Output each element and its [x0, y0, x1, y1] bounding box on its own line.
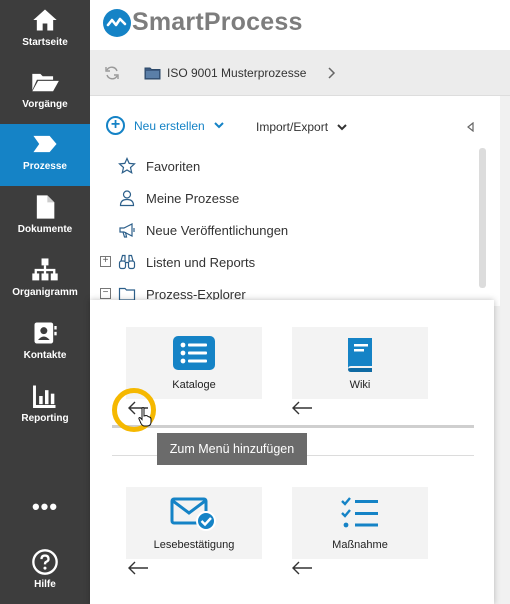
navigation-rail: Startseite Vorgänge Prozesse Dokumente O…	[0, 0, 90, 604]
document-icon	[36, 195, 55, 219]
arrow-left-icon[interactable]	[291, 561, 313, 575]
nav-label: Vorgänge	[22, 99, 68, 110]
tree-item-label: Neue Veröffentlichungen	[146, 223, 289, 238]
folder-icon	[144, 67, 161, 80]
tile-label: Wiki	[349, 379, 371, 391]
new-button-label: Neu erstellen	[134, 119, 205, 133]
bar-chart-icon	[33, 385, 56, 408]
binoculars-icon	[118, 254, 136, 270]
hand-cursor-icon	[138, 407, 152, 427]
nav-item-kontakte[interactable]: Kontakte	[0, 313, 90, 375]
person-icon	[119, 190, 135, 207]
nav-item-prozesse[interactable]: Prozesse	[0, 124, 90, 186]
tile-lesebestaetigung[interactable]: Lesebestätigung	[126, 487, 262, 559]
tile-kataloge[interactable]: Kataloge	[126, 327, 262, 399]
nav-item-reporting[interactable]: Reporting	[0, 376, 90, 438]
nav-label: Hilfe	[34, 579, 56, 590]
tree-item-label: Meine Prozesse	[146, 191, 240, 206]
tile-label: Maßnahme	[332, 539, 388, 551]
collapse-toggle[interactable]: −	[100, 288, 111, 299]
chevron-right-icon[interactable]	[328, 67, 336, 79]
mail-check-icon	[170, 497, 216, 531]
nav-label: Prozesse	[23, 161, 67, 172]
expand-toggle[interactable]: +	[100, 256, 111, 267]
nav-item-organigramm[interactable]: Organigramm	[0, 250, 90, 312]
caret-down-icon	[337, 124, 348, 131]
nav-label: Startseite	[22, 37, 68, 48]
org-chart-icon	[32, 258, 58, 281]
star-icon	[118, 157, 136, 175]
arrow-left-icon[interactable]	[291, 401, 313, 415]
nav-item-startseite[interactable]: Startseite	[0, 0, 90, 62]
brand-name: SmartProcess	[132, 8, 303, 36]
book-icon	[348, 338, 372, 372]
divider	[112, 425, 474, 428]
nav-item-vorgaenge[interactable]: Vorgänge	[0, 62, 90, 124]
nav-item-dokumente[interactable]: Dokumente	[0, 187, 90, 249]
refresh-icon[interactable]	[104, 65, 120, 81]
tile-label: Kataloge	[172, 379, 216, 391]
scrollbar[interactable]	[479, 148, 486, 288]
caret-down-icon	[214, 122, 224, 129]
tree-item-meine-prozesse[interactable]: Meine Prozesse	[100, 187, 470, 209]
smartprocess-logo-icon	[103, 9, 131, 37]
collapse-left-icon[interactable]	[467, 122, 474, 132]
tree-item-favoriten[interactable]: Favoriten	[100, 155, 470, 177]
checklist-icon	[341, 497, 378, 528]
help-icon	[32, 549, 58, 575]
tree-item-listen-und-reports[interactable]: + Listen und Reports	[100, 251, 470, 273]
nav-label: Organigramm	[12, 287, 78, 298]
tile-label: Lesebestätigung	[153, 539, 235, 551]
tree-item-label: Listen und Reports	[146, 255, 256, 270]
home-icon	[33, 9, 57, 31]
tile-massnahme[interactable]: Maßnahme	[292, 487, 428, 559]
folder-open-icon	[32, 73, 59, 92]
contact-card-icon	[34, 322, 57, 344]
more-button[interactable]: •••	[0, 492, 90, 522]
breadcrumb-path[interactable]: ISO 9001 Musterprozesse	[167, 66, 306, 80]
tooltip: Zum Menü hinzufügen	[157, 433, 307, 465]
breadcrumb: ISO 9001 Musterprozesse	[90, 50, 510, 96]
app-header: SmartProcess	[90, 0, 510, 50]
tree-item-neue-veroeffentlichungen[interactable]: Neue Veröffentlichungen	[100, 219, 470, 241]
plus-icon: +	[106, 116, 125, 135]
import-export-button[interactable]: Import/Export	[256, 120, 348, 134]
tile-wiki[interactable]: Wiki	[292, 327, 428, 399]
nav-label: Kontakte	[23, 350, 67, 361]
megaphone-icon	[119, 223, 135, 238]
arrow-left-icon[interactable]	[127, 561, 149, 575]
process-arrow-icon	[33, 135, 57, 153]
tree-item-label: Favoriten	[146, 159, 201, 174]
list-icon	[173, 336, 215, 370]
nav-label: Reporting	[21, 413, 69, 424]
help-button[interactable]: Hilfe	[0, 542, 90, 604]
import-export-label: Import/Export	[256, 120, 329, 134]
navigator-panel: + Neu erstellen Import/Export Favoriten …	[90, 96, 500, 306]
nav-label: Dokumente	[17, 224, 73, 235]
